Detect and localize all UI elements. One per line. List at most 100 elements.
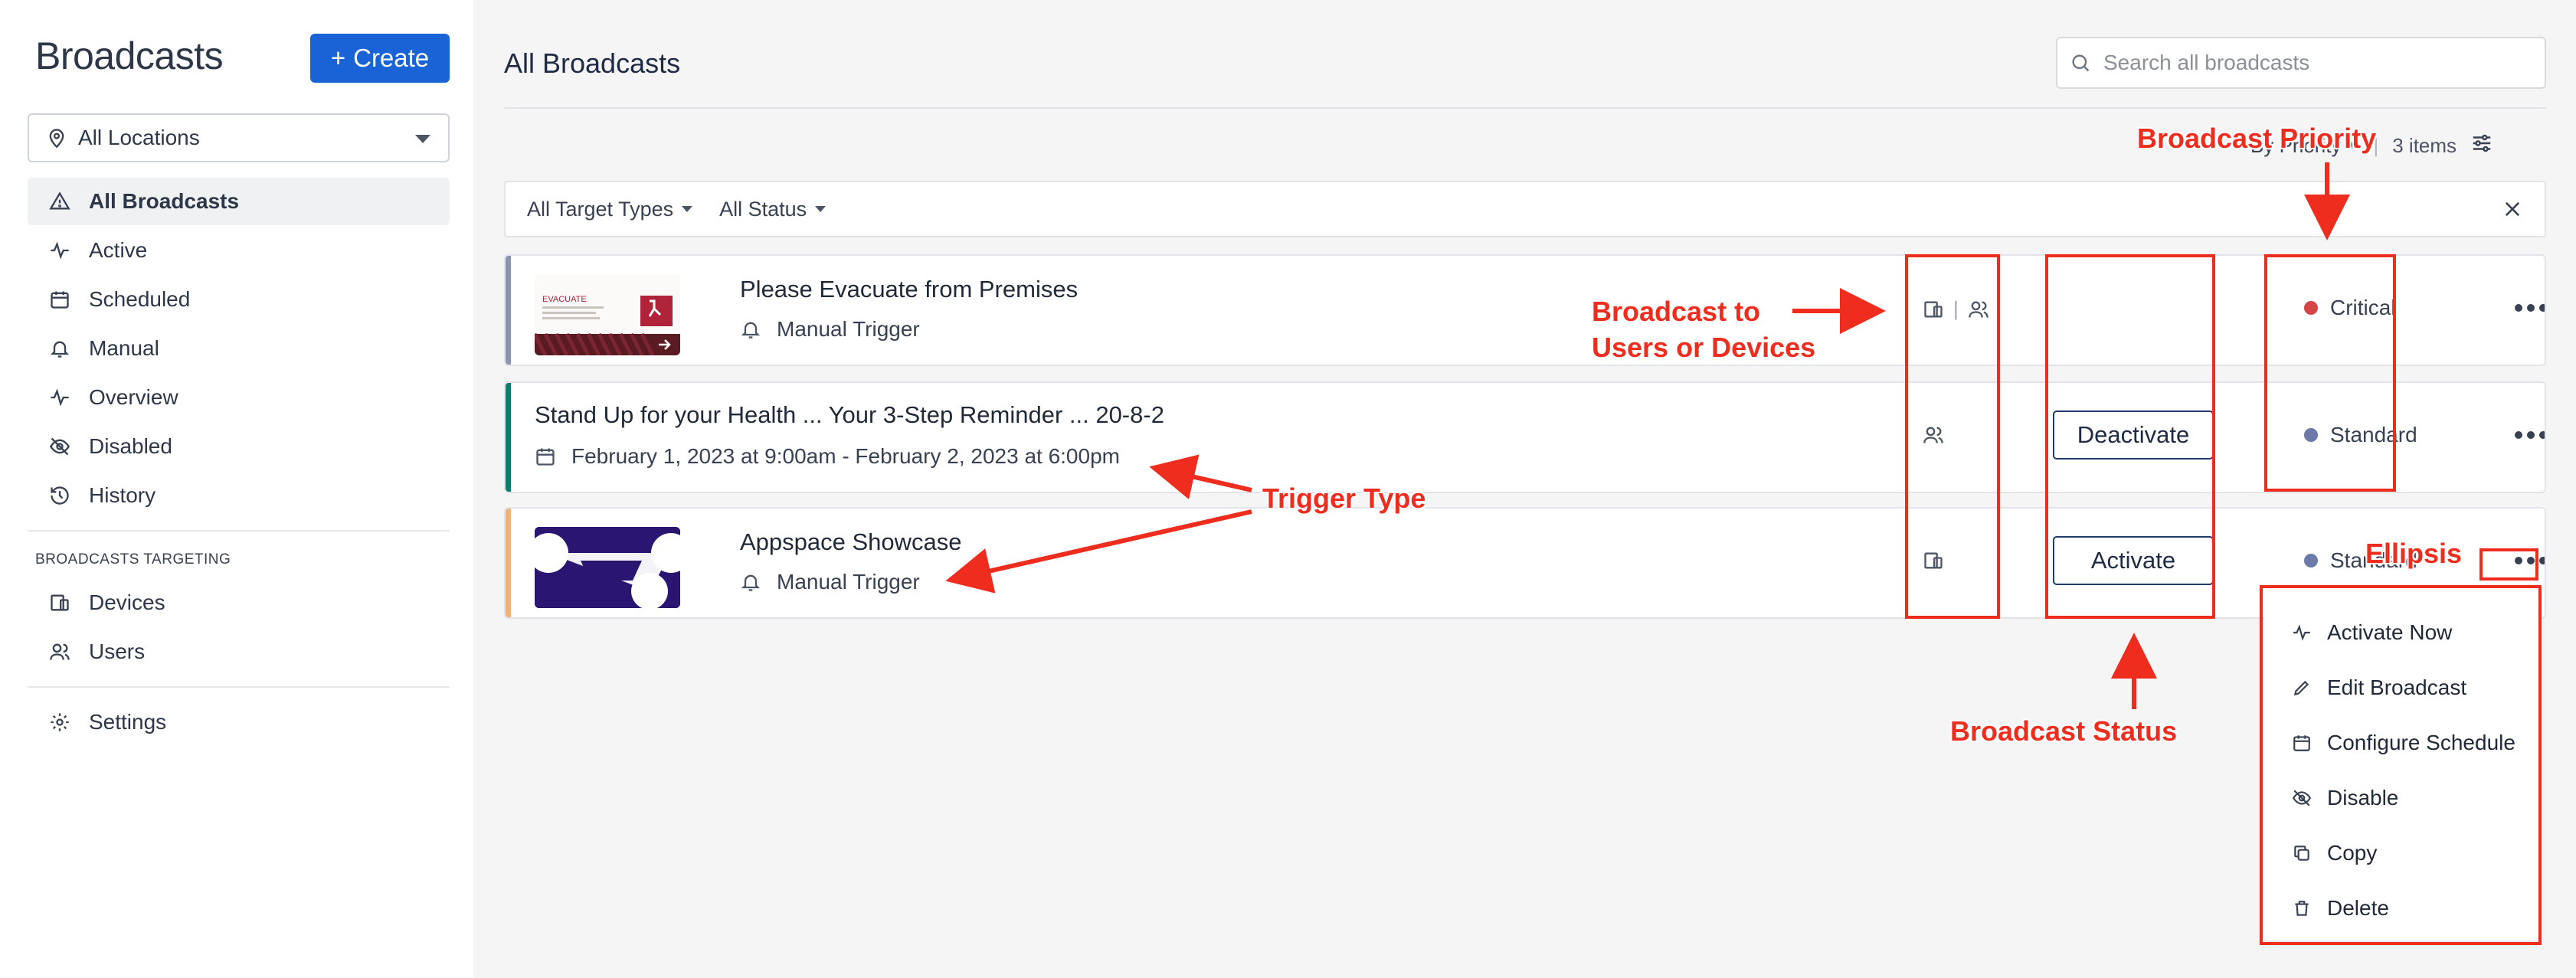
create-button[interactable]: + Create — [310, 34, 450, 83]
target-icons — [1923, 550, 1944, 571]
sidebar-item-devices[interactable]: Devices — [28, 579, 450, 626]
header-divider — [504, 107, 2546, 109]
create-button-label: Create — [353, 44, 430, 72]
close-icon[interactable] — [2502, 198, 2523, 220]
calendar-icon — [44, 284, 75, 315]
sidebar-item-settings[interactable]: Settings — [28, 698, 450, 746]
copy-icon — [2290, 843, 2313, 863]
status-filter[interactable]: All Status — [719, 198, 826, 221]
targeting-caption: BROADCASTS TARGETING — [35, 551, 231, 568]
ellipsis-icon — [2515, 557, 2545, 564]
annotation-priority: Broadcast Priority — [2137, 123, 2377, 154]
users-icon — [44, 636, 75, 667]
item-count: 3 items — [2392, 133, 2457, 157]
sidebar-item-label: Active — [89, 238, 148, 262]
eye-off-icon — [44, 431, 75, 462]
sidebar-item-label: Manual — [89, 336, 159, 360]
settings-sliders-icon[interactable] — [2470, 132, 2493, 160]
page-title: All Broadcasts — [504, 47, 681, 79]
menu-item-copy[interactable]: Copy — [2264, 826, 2538, 881]
broadcast-schedule: February 1, 2023 at 9:00am - February 2,… — [535, 444, 1120, 469]
activate-button[interactable]: Activate — [2053, 536, 2214, 585]
priority-label: Critical — [2330, 296, 2396, 319]
broadcast-title[interactable]: Appspace Showcase — [740, 528, 962, 556]
more-options-button[interactable] — [2512, 293, 2545, 323]
menu-item-delete[interactable]: Delete — [2264, 881, 2538, 936]
annotation-trigger: Trigger Type — [1262, 482, 1426, 514]
more-options-button[interactable] — [2512, 420, 2545, 450]
sidebar-item-label: Disabled — [89, 434, 172, 458]
target-type-filter[interactable]: All Target Types — [527, 198, 693, 221]
devices-icon — [1924, 552, 1943, 569]
broadcast-title[interactable]: Stand Up for your Health ... Your 3-Step… — [535, 401, 1164, 429]
broadcast-row[interactable]: EVACUATE Please Evacuate from Premises M… — [504, 254, 2546, 366]
trigger-label: Manual Trigger — [777, 570, 920, 594]
history-icon — [44, 480, 75, 511]
menu-item-activate-now[interactable]: Activate Now — [2264, 605, 2538, 660]
gear-icon — [44, 707, 75, 738]
warning-icon — [44, 186, 75, 217]
menu-item-label: Disable — [2327, 786, 2399, 810]
pencil-icon — [2290, 678, 2313, 698]
sidebar-item-label: Scheduled — [89, 287, 191, 311]
sidebar: Broadcasts + Create All Locations All Br… — [0, 0, 473, 978]
broadcast-row[interactable]: Stand Up for your Health ... Your 3-Step… — [504, 381, 2546, 493]
sidebar-item-history[interactable]: History — [28, 472, 450, 519]
priority-dot — [2304, 554, 2318, 568]
broadcast-title[interactable]: Please Evacuate from Premises — [740, 276, 1078, 303]
menu-item-edit-broadcast[interactable]: Edit Broadcast — [2264, 660, 2538, 715]
menu-item-label: Delete — [2327, 896, 2389, 920]
sidebar-item-label: Settings — [89, 710, 167, 734]
plus-icon: + — [330, 44, 346, 72]
priority-dot — [2304, 301, 2318, 315]
annotation-status: Broadcast Status — [1950, 715, 2178, 747]
chevron-down-icon — [682, 206, 693, 212]
sidebar-item-users[interactable]: Users — [28, 628, 450, 675]
broadcast-trigger: Manual Trigger — [740, 317, 920, 342]
trigger-label: Manual Trigger — [777, 317, 920, 341]
priority-dot — [2304, 428, 2318, 442]
sidebar-item-active[interactable]: Active — [28, 227, 450, 274]
divider — [28, 530, 450, 532]
devices-icon — [1924, 301, 1943, 317]
sidebar-nav: All Broadcasts Active Scheduled Manual O… — [28, 178, 450, 747]
sidebar-item-disabled[interactable]: Disabled — [28, 423, 450, 470]
ellipsis-icon — [2515, 431, 2545, 439]
menu-item-disable[interactable]: Disable — [2264, 770, 2538, 826]
chevron-down-icon — [414, 126, 431, 150]
sidebar-item-overview[interactable]: Overview — [28, 374, 450, 421]
sidebar-item-label: Users — [89, 639, 146, 663]
more-options-button[interactable] — [2512, 545, 2545, 576]
deactivate-button[interactable]: Deactivate — [2053, 410, 2214, 460]
sidebar-item-label: Overview — [89, 385, 178, 409]
location-select[interactable]: All Locations — [28, 113, 450, 162]
devices-icon — [44, 587, 75, 618]
schedule-label: February 1, 2023 at 9:00am - February 2,… — [571, 444, 1120, 468]
menu-item-label: Copy — [2327, 841, 2378, 865]
sidebar-item-manual[interactable]: Manual — [28, 325, 450, 372]
target-separator: | — [1953, 297, 1959, 320]
calendar-icon — [536, 448, 555, 466]
location-pin-icon — [46, 126, 67, 149]
sidebar-item-scheduled[interactable]: Scheduled — [28, 276, 450, 323]
divider — [28, 686, 450, 688]
target-icons: | — [1923, 297, 1989, 321]
users-icon — [1968, 301, 1988, 318]
pulse-icon — [2290, 623, 2313, 643]
location-value: All Locations — [78, 126, 200, 149]
row-accent — [506, 509, 511, 617]
menu-item-configure-schedule[interactable]: Configure Schedule — [2264, 715, 2538, 770]
options-menu: Activate Now Edit Broadcast Configure Sc… — [2264, 588, 2538, 940]
menu-item-label: Edit Broadcast — [2327, 675, 2467, 699]
broadcast-thumbnail — [535, 527, 680, 608]
broadcast-thumbnail: EVACUATE — [535, 274, 680, 355]
filter-bar: All Target Types All Status — [504, 181, 2546, 237]
priority-badge: Critical — [2304, 296, 2396, 320]
annotation-target: Broadcast to Users or Devices — [1592, 296, 1816, 363]
thumbnail-text: EVACUATE — [542, 295, 587, 304]
broadcast-row[interactable]: Appspace Showcase Manual Trigger Activat… — [504, 507, 2546, 619]
row-accent — [506, 383, 511, 492]
search-input[interactable]: Search all broadcasts — [2056, 37, 2546, 89]
annotation-ellipsis: Ellipsis — [2365, 538, 2463, 569]
sidebar-item-all-broadcasts[interactable]: All Broadcasts — [28, 178, 450, 225]
